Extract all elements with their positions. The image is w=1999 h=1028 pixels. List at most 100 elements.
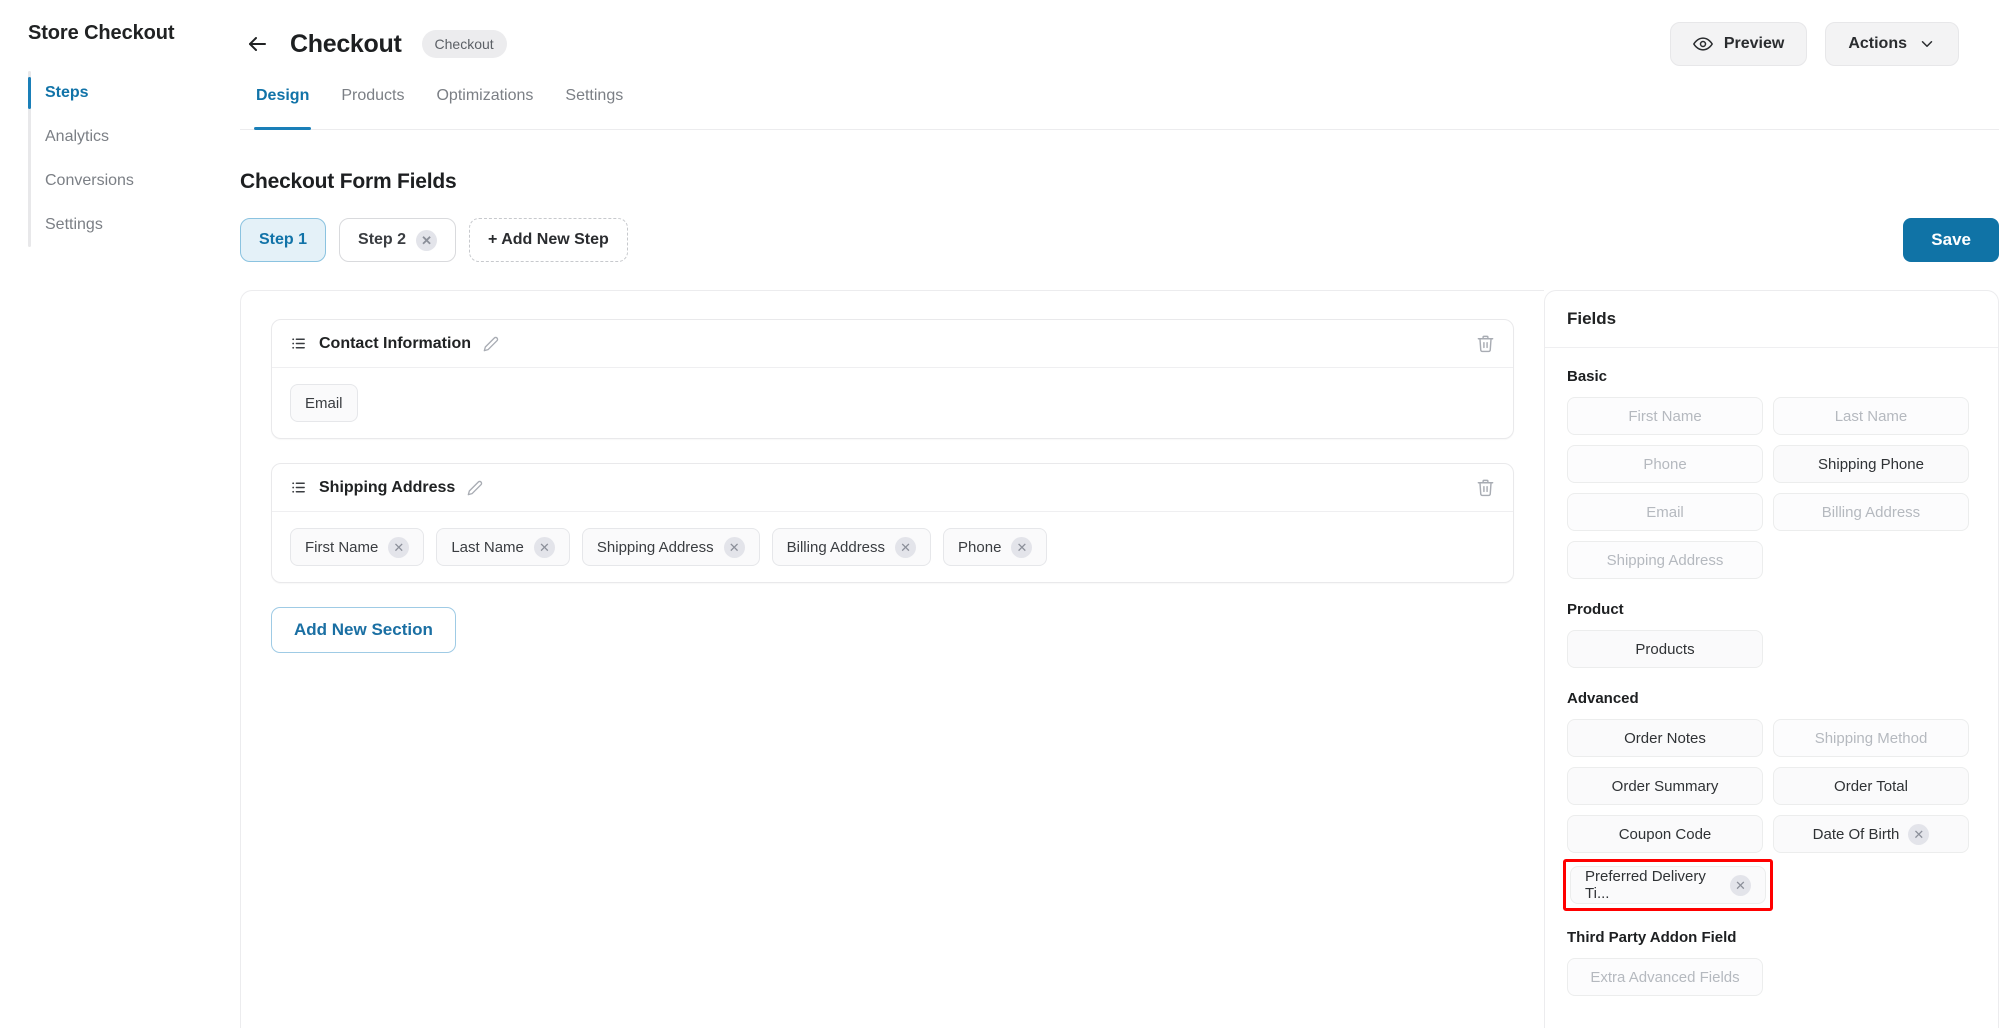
step-tab-1[interactable]: Step 1 (240, 218, 327, 262)
remove-field-icon[interactable]: ✕ (895, 536, 917, 558)
page-title: Checkout (290, 29, 402, 58)
field-option-label: Email (1646, 503, 1684, 521)
add-new-step-button[interactable]: + Add New Step (469, 218, 628, 262)
save-button[interactable]: Save (1903, 218, 1999, 262)
list-handle-icon[interactable] (290, 335, 307, 352)
remove-field-icon[interactable]: ✕ (1730, 874, 1751, 896)
field-option-label: Extra Advanced Fields (1590, 968, 1740, 986)
actions-button[interactable]: Actions (1825, 22, 1959, 66)
remove-field-icon[interactable]: ✕ (1908, 823, 1930, 845)
eye-icon (1692, 34, 1713, 54)
field-option-first-name[interactable]: First Name (1567, 397, 1763, 435)
step-label: Step 2 (358, 231, 407, 248)
field-chip[interactable]: Billing Address ✕ (771, 528, 932, 566)
pencil-icon[interactable] (467, 480, 483, 496)
section-title: Shipping Address (319, 478, 456, 496)
field-option-label: Shipping Phone (1818, 455, 1924, 473)
field-option-last-name[interactable]: Last Name (1773, 397, 1969, 435)
sidebar-item-conversions[interactable]: Conversions (28, 159, 240, 203)
editor-split: Contact Information Email Shipping Addre… (240, 290, 1999, 1028)
field-option-preferred-delivery-time[interactable]: Preferred Delivery Ti... ✕ (1570, 866, 1766, 904)
tab-optimizations[interactable]: Optimizations (420, 88, 549, 129)
field-option-label: Order Total (1834, 777, 1908, 795)
section-header: Shipping Address (272, 464, 1513, 512)
field-option-shipping-method[interactable]: Shipping Method (1773, 719, 1969, 757)
remove-step-icon[interactable]: ✕ (416, 229, 438, 251)
trash-icon[interactable] (1476, 334, 1495, 353)
sidebar-item-settings[interactable]: Settings (28, 203, 240, 247)
remove-field-icon[interactable]: ✕ (723, 536, 745, 558)
field-option-order-total[interactable]: Order Total (1773, 767, 1969, 805)
remove-field-icon[interactable]: ✕ (388, 536, 410, 558)
fields-panel-body: Basic First Name Last Name Phone Shippin… (1545, 348, 1998, 1018)
field-option-shipping-phone[interactable]: Shipping Phone (1773, 445, 1969, 483)
field-option-products[interactable]: Products (1567, 630, 1763, 668)
fields-group-advanced: Advanced Order Notes Shipping Method Ord… (1563, 690, 1976, 911)
field-option-phone[interactable]: Phone (1567, 445, 1763, 483)
step-tab-2[interactable]: Step 2 ✕ (339, 218, 457, 262)
field-chip[interactable]: Email (290, 384, 358, 422)
preview-button[interactable]: Preview (1669, 22, 1808, 66)
fields-group-product: Product Products (1567, 601, 1976, 668)
form-header: Checkout Form Fields Step 1 Step 2 ✕ + A… (240, 130, 1999, 262)
fields-panel: Fields Basic First Name Last Name Phone … (1544, 290, 1999, 1028)
fields-group-items: Order Notes Shipping Method Order Summar… (1563, 719, 1976, 911)
tab-design[interactable]: Design (240, 87, 325, 130)
field-chip[interactable]: Phone ✕ (943, 528, 1048, 566)
page-header: Checkout Checkout Preview Actions (240, 0, 1999, 88)
tab-settings[interactable]: Settings (549, 88, 639, 129)
field-option-label: Date Of Birth (1812, 825, 1900, 843)
form-canvas: Contact Information Email Shipping Addre… (240, 290, 1544, 1028)
section-header: Contact Information (272, 320, 1513, 368)
tab-bar: Design Products Optimizations Settings (240, 88, 1999, 130)
fields-group-items: Products (1567, 630, 1976, 668)
actions-label: Actions (1848, 35, 1907, 52)
fields-group-title: Advanced (1567, 690, 1639, 707)
field-chip-label: Phone (958, 538, 1002, 556)
field-option-label: Shipping Method (1814, 729, 1928, 747)
field-option-billing-address[interactable]: Billing Address (1773, 493, 1969, 531)
remove-field-icon[interactable]: ✕ (1011, 536, 1033, 558)
sidebar-item-steps[interactable]: Steps (28, 71, 240, 115)
fields-group-items: Extra Advanced Fields (1567, 958, 1976, 996)
field-option-date-of-birth[interactable]: Date Of Birth ✕ (1773, 815, 1969, 853)
fields-group-third-party-addon-field: Third Party Addon Field Extra Advanced F… (1567, 929, 1976, 996)
field-chip[interactable]: Last Name ✕ (436, 528, 570, 566)
list-handle-icon[interactable] (290, 479, 307, 496)
field-option-label: Preferred Delivery Ti... (1585, 868, 1706, 902)
fields-panel-title: Fields (1545, 291, 1998, 348)
tab-products[interactable]: Products (325, 88, 420, 129)
add-new-section-button[interactable]: Add New Section (271, 607, 456, 653)
sidebar: Store Checkout Steps Analytics Conversio… (0, 0, 240, 1028)
field-option-coupon-code[interactable]: Coupon Code (1567, 815, 1763, 853)
field-option-email[interactable]: Email (1567, 493, 1763, 531)
field-option-shipping-address[interactable]: Shipping Address (1567, 541, 1763, 579)
field-option-extra-advanced-fields[interactable]: Extra Advanced Fields (1567, 958, 1763, 996)
active-indicator (28, 165, 31, 197)
sidebar-title: Store Checkout (28, 22, 175, 44)
field-option-order-summary[interactable]: Order Summary (1567, 767, 1763, 805)
active-indicator (28, 77, 31, 109)
form-section-contact-information: Contact Information Email (271, 319, 1514, 439)
field-chip[interactable]: Shipping Address ✕ (581, 528, 760, 566)
pencil-icon[interactable] (483, 336, 499, 352)
remove-field-icon[interactable]: ✕ (533, 536, 555, 558)
sidebar-item-label: Analytics (45, 128, 110, 145)
sidebar-item-analytics[interactable]: Analytics (28, 115, 240, 159)
trash-icon[interactable] (1476, 478, 1495, 497)
field-option-label: Phone (1643, 455, 1687, 473)
field-chip[interactable]: First Name ✕ (290, 528, 425, 566)
tab-label: Optimizations (436, 87, 534, 104)
field-chip-label: Email (305, 394, 343, 412)
header-actions: Preview Actions (1669, 22, 1959, 66)
field-option-label: First Name (1628, 407, 1702, 425)
arrow-left-icon[interactable] (240, 27, 274, 61)
tab-label: Design (256, 87, 310, 104)
tab-label: Products (341, 87, 405, 104)
field-chip-label: Billing Address (786, 538, 886, 556)
field-option-label: Products (1635, 640, 1695, 658)
active-indicator (28, 121, 31, 153)
preview-label: Preview (1723, 35, 1785, 52)
app-root: Store Checkout Steps Analytics Conversio… (0, 0, 1999, 1028)
field-option-order-notes[interactable]: Order Notes (1567, 719, 1763, 757)
